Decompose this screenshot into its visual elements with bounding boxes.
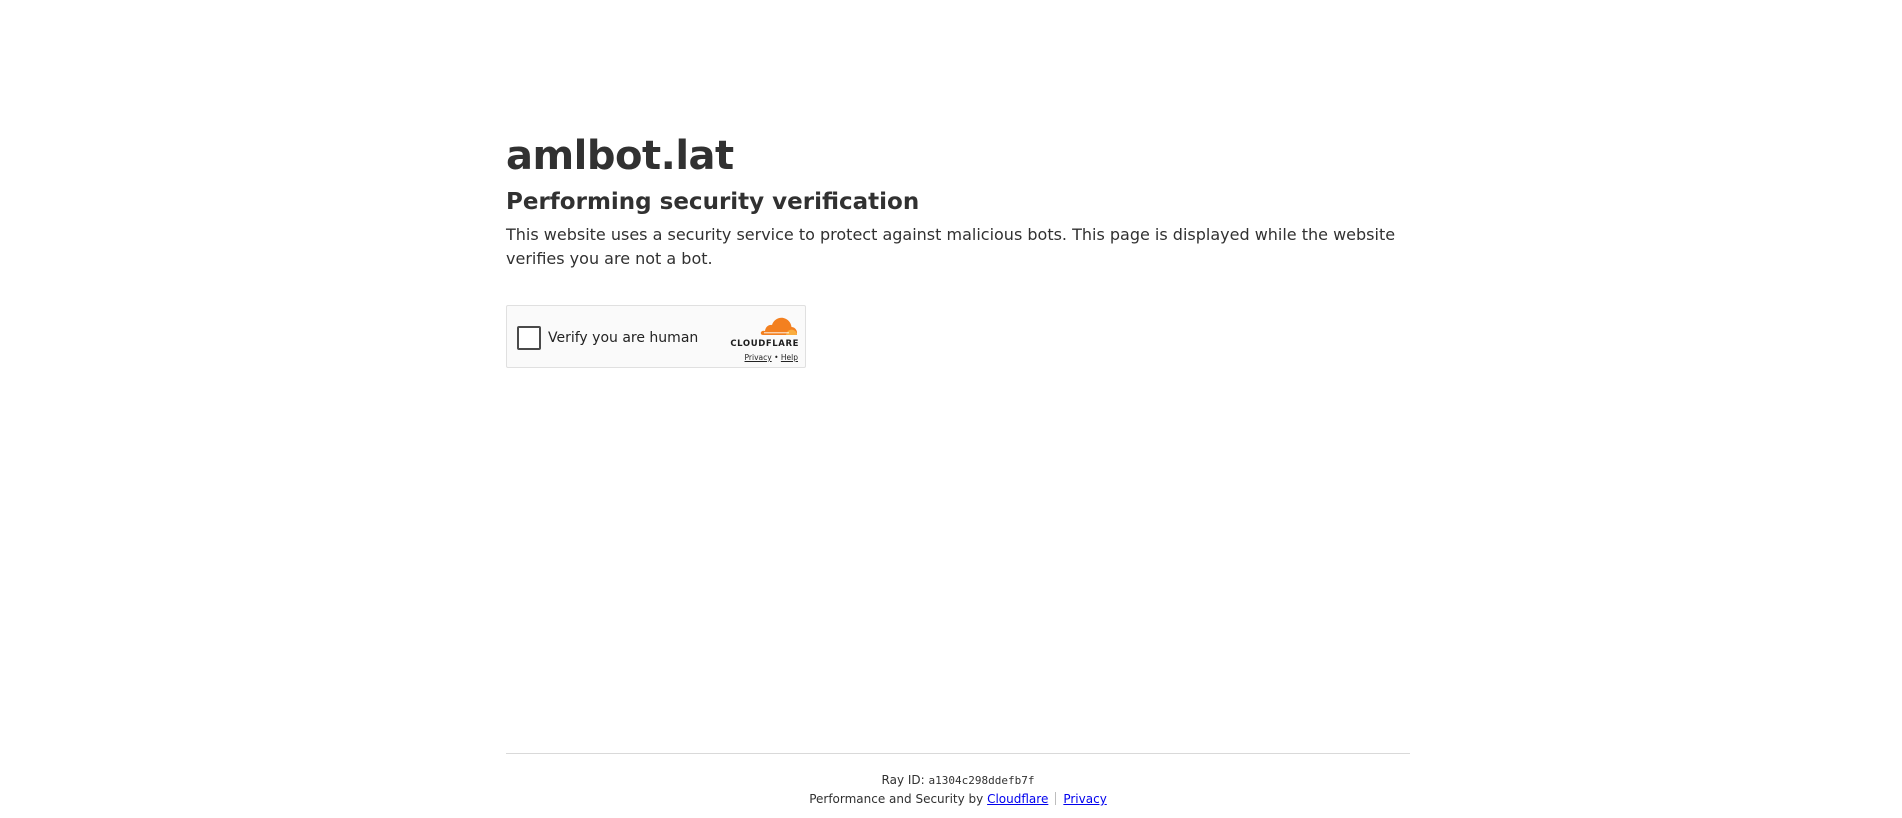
- cloudflare-logo: CLOUDFLARE Privacy • Help: [721, 316, 799, 362]
- ray-id-label: Ray ID:: [881, 773, 925, 787]
- performance-text: Performance and Security by: [809, 792, 984, 806]
- page-description: This website uses a security service to …: [506, 225, 1396, 268]
- cloudflare-link[interactable]: Cloudflare: [987, 792, 1048, 806]
- footer: Ray ID: a1304c298ddefb7f Performance and…: [506, 771, 1410, 809]
- cloudflare-wordmark: CLOUDFLARE: [730, 339, 799, 349]
- widget-help-link[interactable]: Help: [781, 353, 798, 362]
- footer-privacy-link[interactable]: Privacy: [1063, 792, 1106, 806]
- widget-links: Privacy • Help: [745, 353, 798, 362]
- cloudflare-cloud-icon: [760, 317, 798, 335]
- widget-links-separator: •: [774, 353, 779, 362]
- widget-privacy-link[interactable]: Privacy: [745, 353, 772, 362]
- main-content: amlbot.lat Performing security verificat…: [506, 128, 1410, 271]
- turnstile-widget: Verify you are human CLOUDFLARE Privacy …: [506, 305, 806, 368]
- verify-label[interactable]: Verify you are human: [548, 327, 698, 349]
- page-heading: Performing security verification: [506, 189, 920, 215]
- performance-line: Performance and Security by Cloudflare Pr…: [506, 790, 1410, 809]
- ray-id-line: Ray ID: a1304c298ddefb7f: [506, 771, 1410, 790]
- verify-checkbox[interactable]: [517, 326, 541, 350]
- site-name: amlbot.lat: [506, 133, 734, 179]
- ray-id-value: a1304c298ddefb7f: [928, 774, 1035, 787]
- footer-divider: [506, 753, 1410, 754]
- footer-separator: [1055, 792, 1057, 805]
